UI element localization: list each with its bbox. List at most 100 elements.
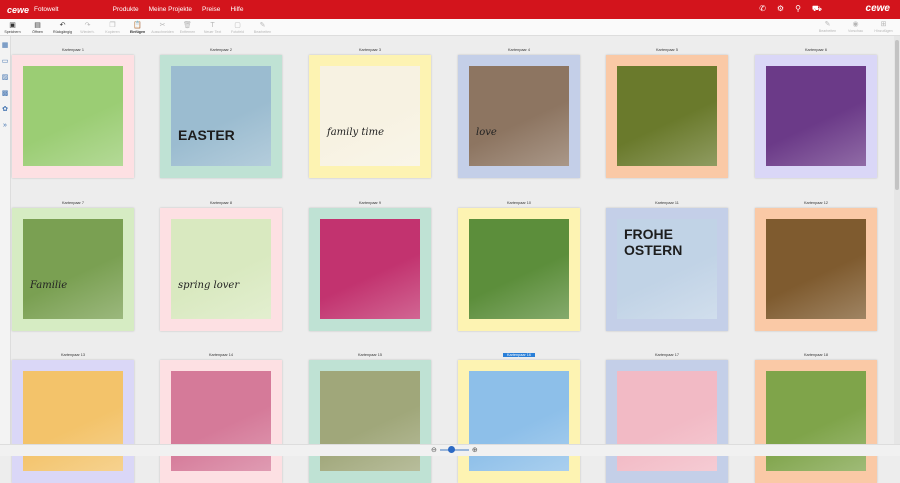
card-label: Kartenpaar 6 <box>805 48 827 52</box>
app-name: Fotowelt <box>34 6 59 13</box>
card-8[interactable]: Kartenpaar 8 spring lover <box>160 201 282 331</box>
vertical-scrollbar[interactable] <box>894 36 900 444</box>
card-14[interactable]: Kartenpaar 14 <box>160 353 282 483</box>
clipart-icon[interactable]: ✿ <box>1 105 10 114</box>
add-button[interactable]: ⊞ Hinzufügen <box>871 20 896 34</box>
card-background: spring lover <box>160 208 282 331</box>
pages-icon[interactable]: ▭ <box>1 57 10 66</box>
redo-icon: ↷ <box>84 22 91 29</box>
status-bar: ⊖ ⊕ <box>0 444 900 456</box>
card-5[interactable]: Kartenpaar 5 <box>606 48 728 178</box>
zoom-slider[interactable] <box>439 446 469 453</box>
left-sidebar: ▦ ▭ ▨ ▩ ✿ » <box>0 36 11 444</box>
expand-icon[interactable]: » <box>1 121 10 130</box>
card-18[interactable]: Kartenpaar 18 <box>755 353 877 483</box>
scrollbar-thumb[interactable] <box>895 40 899 190</box>
card-background: family time <box>309 55 431 178</box>
card-label: Kartenpaar 1 <box>62 48 84 52</box>
menu-item-preise[interactable]: Preise <box>202 6 220 13</box>
layout-icon[interactable]: ▦ <box>1 41 10 50</box>
cart-icon[interactable]: ⛟ <box>812 3 822 15</box>
zoom-control: ⊖ ⊕ <box>431 446 478 454</box>
card-background <box>309 360 431 483</box>
zoom-in-icon[interactable]: ⊕ <box>472 446 478 454</box>
add-icon: ⊞ <box>880 21 887 28</box>
photo-icon: ▢ <box>234 22 241 29</box>
card-11[interactable]: Kartenpaar 11 FROHE OSTERN <box>606 201 728 331</box>
photos-icon[interactable]: ▨ <box>1 73 10 82</box>
backgrounds-icon[interactable]: ▩ <box>1 89 10 98</box>
zoom-out-icon[interactable]: ⊖ <box>431 446 437 454</box>
phone-icon[interactable]: ✆ <box>759 3 766 15</box>
open-button[interactable]: ▤ Öffnen <box>25 21 50 35</box>
card-9[interactable]: Kartenpaar 9 <box>309 201 431 331</box>
card-background <box>458 208 580 331</box>
paste-icon: 📋 <box>133 22 142 29</box>
cut-button[interactable]: ✂ Ausschneiden <box>150 21 175 35</box>
card-17[interactable]: Kartenpaar 17 <box>606 353 728 483</box>
card-1[interactable]: Kartenpaar 1 <box>12 48 134 178</box>
card-caption: FROHE OSTERN <box>624 226 683 258</box>
preview-button[interactable]: ◉ Vorschau <box>843 20 868 34</box>
card-4[interactable]: Kartenpaar 4 love <box>458 48 580 178</box>
card-caption: EASTER <box>178 127 235 143</box>
card-13[interactable]: Kartenpaar 13 <box>12 353 134 483</box>
card-label: Kartenpaar 12 <box>803 201 829 205</box>
card-background: FROHE OSTERN <box>606 208 728 331</box>
menu-item-produkte[interactable]: Produkte <box>113 6 139 13</box>
card-label: Kartenpaar 2 <box>210 48 232 52</box>
card-10[interactable]: Kartenpaar 10 <box>458 201 580 331</box>
card-background <box>160 360 282 483</box>
main-menu: Produkte Meine Projekte Preise Hilfe <box>113 6 244 13</box>
menu-item-hilfe[interactable]: Hilfe <box>230 6 243 13</box>
undo-icon: ↶ <box>59 22 66 29</box>
card-label: Kartenpaar 18 <box>803 353 829 357</box>
folder-icon: ▤ <box>34 22 41 29</box>
card-15[interactable]: Kartenpaar 15 <box>309 353 431 483</box>
card-label: Kartenpaar 11 <box>655 201 679 205</box>
redo-button[interactable]: ↷ Wiederh. <box>75 21 100 35</box>
user-icon[interactable]: ⚲ <box>795 3 801 15</box>
delete-button[interactable]: 🗑 Entfernen <box>175 21 200 35</box>
card-3[interactable]: Kartenpaar 3 family time <box>309 48 431 178</box>
gear-icon[interactable]: ⚙ <box>777 3 784 15</box>
card-photo <box>469 66 569 166</box>
paste-button[interactable]: 📋 Einfügen <box>125 21 150 35</box>
preview-icon: ◉ <box>852 21 859 28</box>
card-label: Kartenpaar 17 <box>654 353 680 357</box>
photo-field-button[interactable]: ▢ Fotofeld <box>225 21 250 35</box>
card-16[interactable]: Kartenpaar 16 <box>458 353 580 483</box>
card-background <box>755 360 877 483</box>
undo-button[interactable]: ↶ Rückgängig <box>50 21 75 35</box>
card-12[interactable]: Kartenpaar 12 <box>755 201 877 331</box>
card-7[interactable]: Kartenpaar 7 Familie <box>12 201 134 331</box>
edit-icon: ✎ <box>259 22 266 29</box>
card-photo <box>23 371 123 471</box>
save-button[interactable]: ▣ Speichern <box>0 21 25 35</box>
card-background <box>606 360 728 483</box>
card-label: Kartenpaar 5 <box>656 48 678 52</box>
card-background <box>12 360 134 483</box>
card-background: EASTER <box>160 55 282 178</box>
card-photo <box>320 371 420 471</box>
copy-button[interactable]: ❐ Kopieren <box>100 21 125 35</box>
edit-icon: ✎ <box>824 21 831 28</box>
toolbar: ▣ Speichern ▤ Öffnen ↶ Rückgängig ↷ Wiederh.… <box>0 19 900 36</box>
brand-logo-right[interactable]: cewe <box>866 3 890 14</box>
menu-item-meine-projekte[interactable]: Meine Projekte <box>149 6 192 13</box>
edit-button[interactable]: ✎ Bearbeiten <box>250 21 275 35</box>
card-photo <box>766 219 866 319</box>
zoom-slider-knob[interactable] <box>447 446 455 453</box>
card-6[interactable]: Kartenpaar 6 <box>755 48 877 178</box>
edit-right-button[interactable]: ✎ Bearbeiten <box>815 20 840 34</box>
card-photo <box>171 219 271 319</box>
card-label: Kartenpaar 13 <box>60 353 86 357</box>
card-2[interactable]: Kartenpaar 2 EASTER <box>160 48 282 178</box>
card-background <box>606 55 728 178</box>
card-caption: spring lover <box>178 280 240 291</box>
card-label: Kartenpaar 16 <box>458 353 580 357</box>
copy-icon: ❐ <box>109 22 116 29</box>
new-text-button[interactable]: T Neuer Text <box>200 21 225 35</box>
brand-logo[interactable]: cewe <box>7 5 29 15</box>
top-bar: cewe Fotowelt Produkte Meine Projekte Pr… <box>0 0 900 19</box>
